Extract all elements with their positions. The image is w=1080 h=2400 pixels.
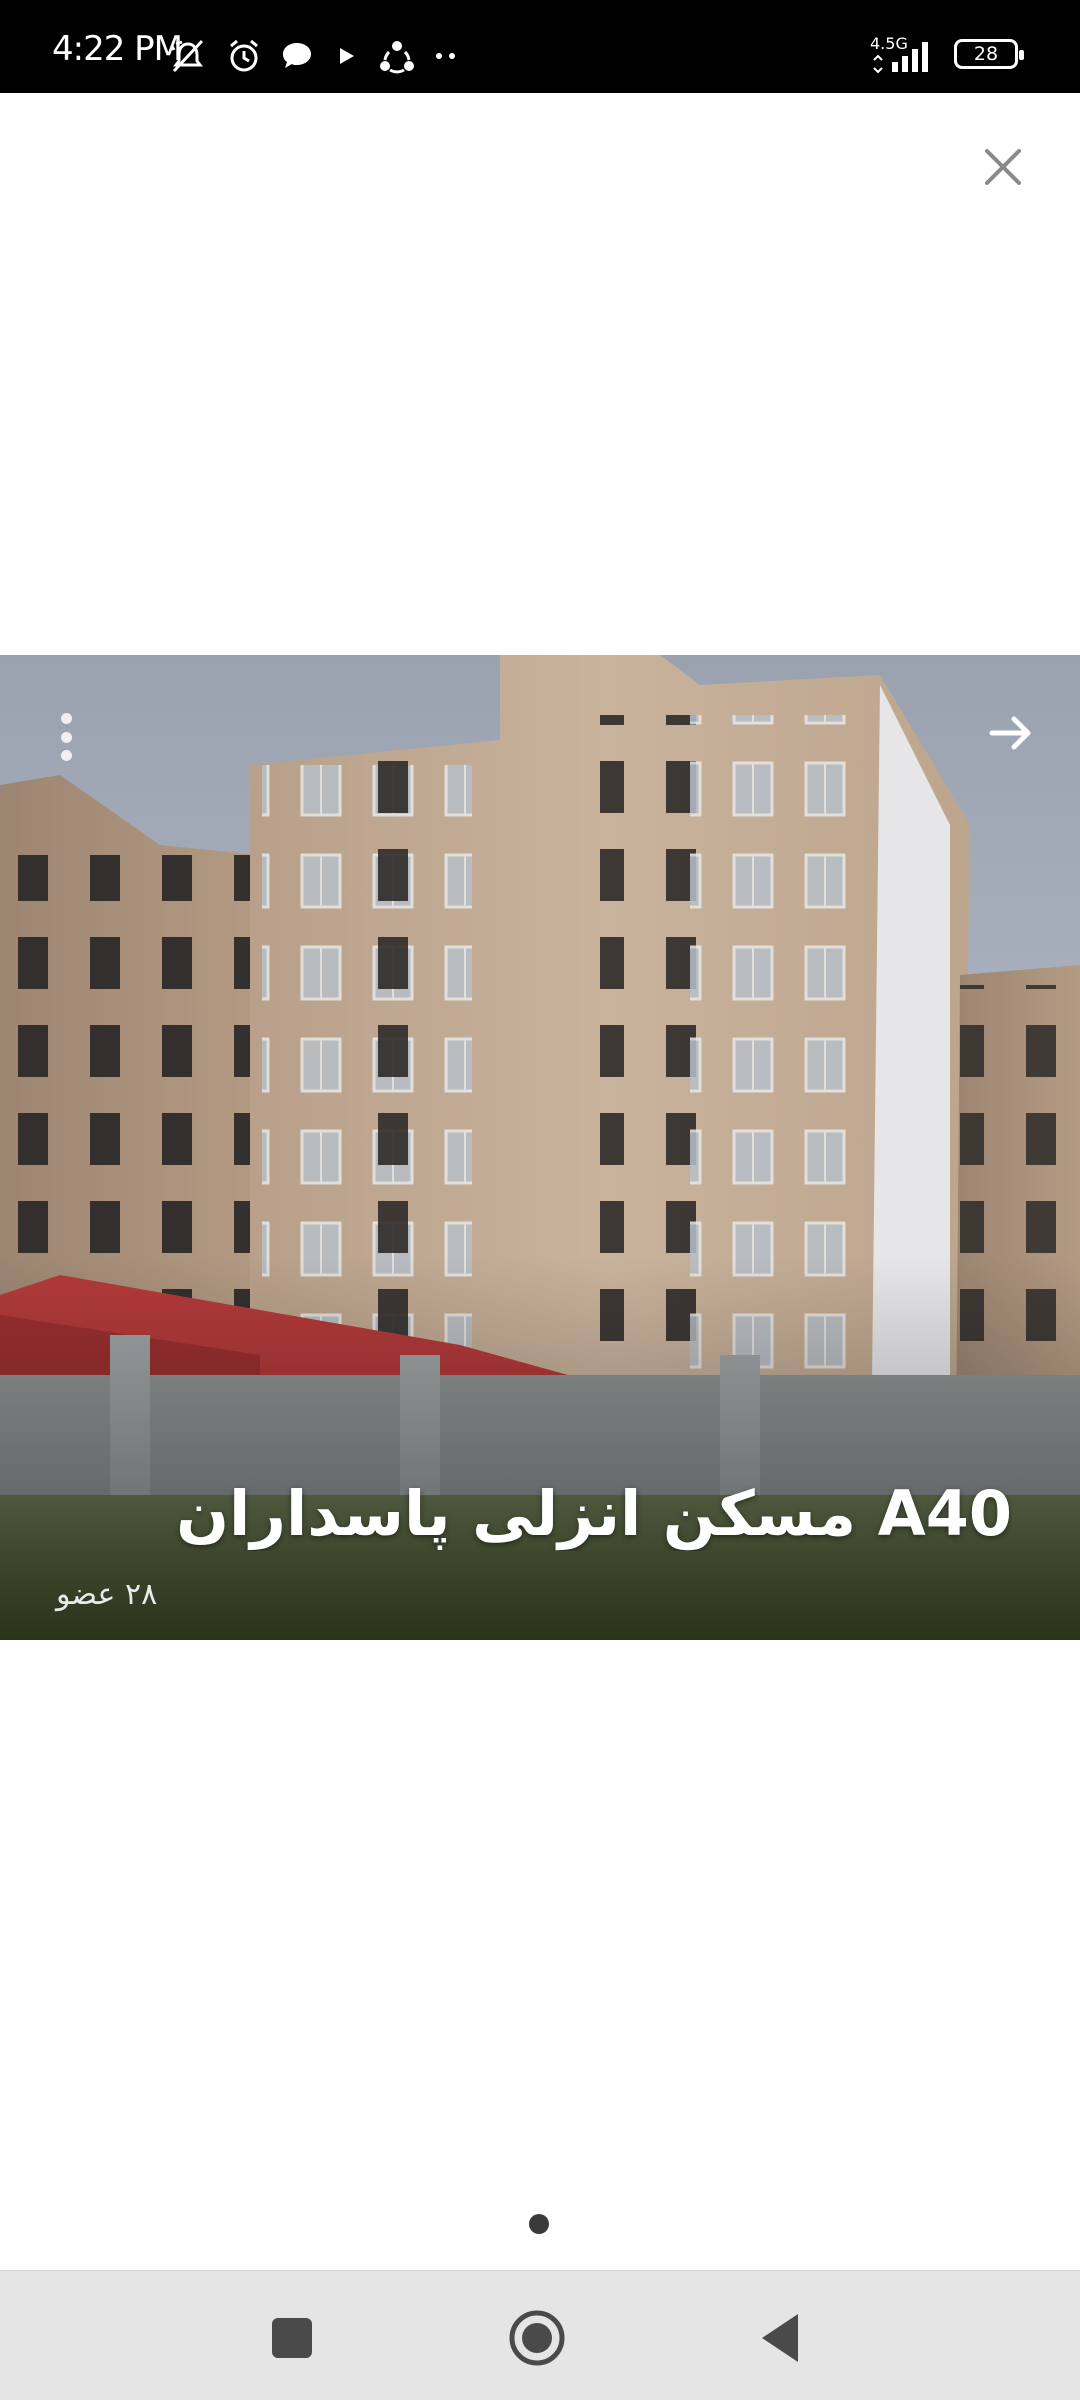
more-dots-icon	[436, 53, 455, 59]
share-icon	[380, 41, 414, 74]
back-icon	[762, 2314, 798, 2362]
more-vert-icon	[60, 713, 72, 724]
back-button[interactable]	[745, 2303, 815, 2373]
recents-button[interactable]	[257, 2303, 327, 2373]
channel-card[interactable]: A40 مسکن انزلی پاسداران ۲۸ عضو	[0, 655, 1080, 1640]
page-indicator-dot	[529, 2214, 549, 2234]
battery-icon: 28	[954, 39, 1024, 69]
signal-icon: 4.5G	[870, 34, 940, 74]
message-icon	[283, 43, 311, 68]
close-icon	[985, 149, 1021, 185]
status-bar: 4:22 PM 4.5G 28	[0, 0, 1080, 93]
silent-icon	[170, 39, 204, 73]
arrow-right-icon	[989, 716, 1031, 750]
recents-icon	[272, 2318, 312, 2358]
status-right: 4.5G 28	[870, 34, 1024, 74]
close-button[interactable]	[976, 140, 1030, 194]
member-count: ۲۸ عضو	[56, 1577, 158, 1612]
card-next-button[interactable]	[978, 700, 1044, 766]
notification-icons	[168, 38, 458, 74]
home-button[interactable]	[502, 2303, 572, 2373]
channel-title: A40 مسکن انزلی پاسداران	[176, 1477, 1012, 1550]
home-icon	[509, 2310, 565, 2366]
battery-level: 28	[973, 43, 999, 65]
card-menu-button[interactable]	[48, 707, 84, 767]
status-time: 4:22 PM	[52, 29, 183, 69]
navigation-bar	[0, 2270, 1080, 2400]
play-icon	[340, 48, 354, 64]
alarm-icon	[230, 39, 258, 72]
